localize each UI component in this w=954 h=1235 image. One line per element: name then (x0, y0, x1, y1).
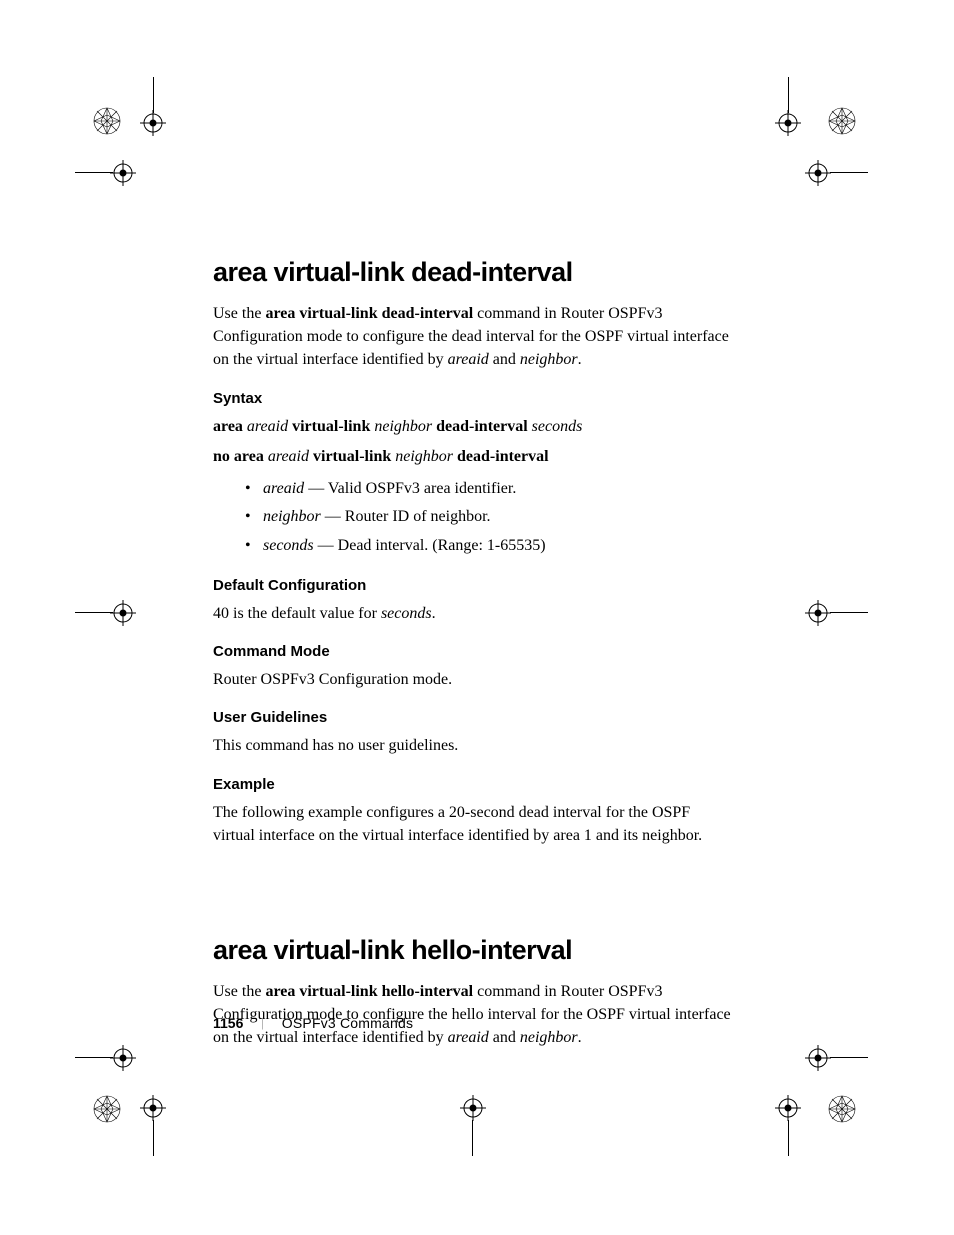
crop-line (153, 77, 154, 113)
example-text: The following example configures a 20-se… (213, 801, 733, 847)
text: and (489, 1029, 520, 1046)
text: Use the (213, 305, 265, 322)
text: . (432, 605, 436, 622)
crop-line (830, 1057, 868, 1058)
footer-divider: | (261, 1016, 263, 1031)
crop-line (788, 1120, 789, 1156)
crop-line (75, 1057, 113, 1058)
example-heading: Example (213, 776, 733, 793)
registration-mark-icon (110, 600, 136, 626)
crop-line (472, 1120, 473, 1156)
text: 40 is the default value for (213, 605, 381, 622)
crop-line (75, 612, 113, 613)
param-term: seconds (263, 537, 314, 554)
registration-mark-icon (805, 1045, 831, 1071)
param-term: areaid (263, 480, 304, 497)
user-guidelines-heading: User Guidelines (213, 709, 733, 726)
page-content: area virtual-link dead-interval Use the … (213, 257, 733, 1067)
registration-mark-icon (805, 160, 831, 186)
page-footer: 1156 | OSPFv3 Commands (213, 1015, 413, 1031)
registration-mark-icon (110, 160, 136, 186)
kw: dead-interval (457, 448, 549, 465)
chapter-name: OSPFv3 Commands (282, 1015, 413, 1031)
param-neighbor: neighbor (520, 351, 578, 368)
crop-line (788, 77, 789, 113)
page-number: 1156 (213, 1015, 243, 1031)
command-name: area virtual-link hello-interval (265, 983, 473, 1000)
registration-mark-icon (775, 1095, 801, 1121)
kw: dead-interval (436, 418, 528, 435)
default-config-heading: Default Configuration (213, 577, 733, 594)
registration-mark-icon (775, 110, 801, 136)
param-term: neighbor (263, 508, 321, 525)
intro-paragraph-1: Use the area virtual-link dead-interval … (213, 302, 733, 372)
syntax-heading: Syntax (213, 390, 733, 407)
param-areaid: areaid (448, 1029, 489, 1046)
registration-starburst-icon (828, 1095, 856, 1123)
param-areaid: areaid (448, 351, 489, 368)
param: neighbor (374, 418, 432, 435)
default-config-text: 40 is the default value for seconds. (213, 602, 733, 625)
registration-mark-icon (140, 110, 166, 136)
kw: virtual-link (313, 448, 391, 465)
text: . (578, 351, 582, 368)
kw: virtual-link (292, 418, 370, 435)
registration-mark-icon (460, 1095, 486, 1121)
param: areaid (247, 418, 288, 435)
param: neighbor (395, 448, 453, 465)
list-item: seconds — Dead interval. (Range: 1-65535… (245, 534, 733, 559)
section-title-hello-interval: area virtual-link hello-interval (213, 935, 733, 966)
syntax-line-2: no area areaid virtual-link neighbor dea… (213, 445, 733, 469)
section-title-dead-interval: area virtual-link dead-interval (213, 257, 733, 288)
param-neighbor: neighbor (520, 1029, 578, 1046)
kw: area (213, 418, 243, 435)
param-desc: — Router ID of neighbor. (321, 508, 491, 525)
param: seconds (381, 605, 432, 622)
crop-line (830, 612, 868, 613)
registration-mark-icon (805, 600, 831, 626)
command-name: area virtual-link dead-interval (265, 305, 473, 322)
registration-starburst-icon (93, 107, 121, 135)
syntax-line-1: area areaid virtual-link neighbor dead-i… (213, 415, 733, 439)
registration-mark-icon (140, 1095, 166, 1121)
registration-mark-icon (110, 1045, 136, 1071)
list-item: neighbor — Router ID of neighbor. (245, 505, 733, 530)
list-item: areaid — Valid OSPFv3 area identifier. (245, 477, 733, 502)
text: . (578, 1029, 582, 1046)
registration-starburst-icon (93, 1095, 121, 1123)
crop-line (75, 172, 113, 173)
param: seconds (532, 418, 583, 435)
registration-starburst-icon (828, 107, 856, 135)
text: Use the (213, 983, 265, 1000)
text: and (489, 351, 520, 368)
param-desc: — Valid OSPFv3 area identifier. (304, 480, 516, 497)
param: areaid (268, 448, 309, 465)
kw: no area (213, 448, 264, 465)
crop-line (830, 172, 868, 173)
user-guidelines-text: This command has no user guidelines. (213, 734, 733, 757)
param-desc: — Dead interval. (Range: 1-65535) (314, 537, 546, 554)
crop-line (153, 1120, 154, 1156)
parameter-list: areaid — Valid OSPFv3 area identifier. n… (213, 477, 733, 559)
command-mode-text: Router OSPFv3 Configuration mode. (213, 668, 733, 691)
command-mode-heading: Command Mode (213, 643, 733, 660)
